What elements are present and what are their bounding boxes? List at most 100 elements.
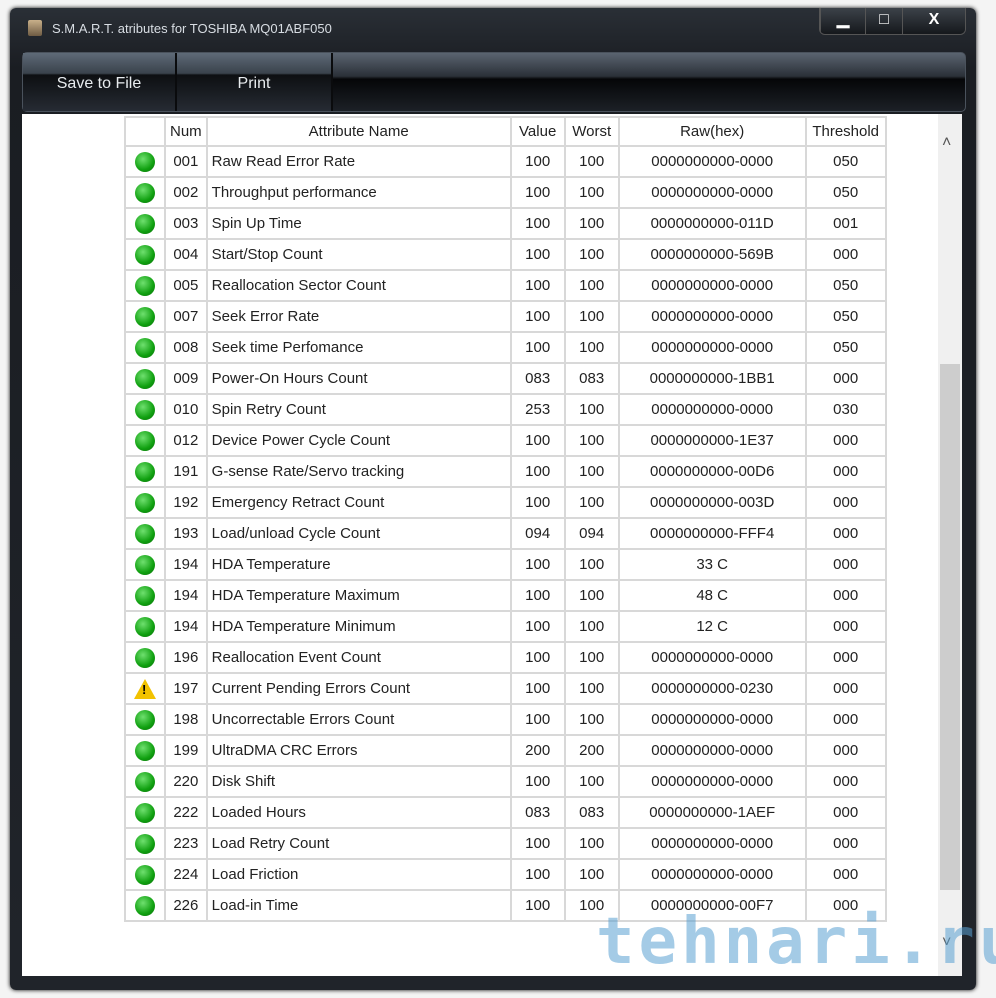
name-cell: HDA Temperature Maximum <box>205 579 512 612</box>
table-row[interactable]: 193 Load/unload Cycle Count 094 094 00000000… <box>124 517 887 550</box>
num-cell: 222 <box>164 796 208 829</box>
table-row[interactable]: 194 HDA Temperature 100 100 33 C 000 <box>124 548 887 581</box>
smart-window: S.M.A.R.T. atributes for TOSHIBA MQ01ABF… <box>10 8 976 990</box>
threshold-cell: 000 <box>804 579 887 612</box>
num-cell: 196 <box>164 641 208 674</box>
column-header[interactable] <box>124 116 166 147</box>
status-ok-icon <box>135 895 155 916</box>
maximize-button[interactable]: □ <box>865 8 902 34</box>
table-row[interactable]: 004 Start/Stop Count 100 100 0000000000-569B… <box>124 238 887 271</box>
num-cell: 007 <box>164 300 208 333</box>
table-row[interactable]: 003 Spin Up Time 100 100 0000000000-011D 001 <box>124 207 887 240</box>
threshold-cell: 000 <box>804 765 887 798</box>
table-row[interactable]: 198 Uncorrectable Errors Count 100 100 00000… <box>124 703 887 736</box>
table-row[interactable]: ! 197 Current Pending Errors Count 100 100 00… <box>124 672 887 705</box>
name-cell: Raw Read Error Rate <box>205 145 512 178</box>
raw-cell: 0000000000-011D <box>617 207 807 240</box>
name-cell: Load Retry Count <box>205 827 512 860</box>
worst-cell: 100 <box>563 827 620 860</box>
name-cell: HDA Temperature <box>205 548 512 581</box>
num-cell: 004 <box>164 238 208 271</box>
table-row[interactable]: 196 Reallocation Event Count 100 100 0000000… <box>124 641 887 674</box>
num-cell: 193 <box>164 517 208 550</box>
name-cell: Load-in Time <box>205 889 512 922</box>
name-cell: G-sense Rate/Servo tracking <box>205 455 512 488</box>
table-row[interactable]: 008 Seek time Perfomance 100 100 0000000000-… <box>124 331 887 364</box>
column-header[interactable]: Threshold <box>804 116 887 147</box>
table-row[interactable]: 223 Load Retry Count 100 100 0000000000-0000… <box>124 827 887 860</box>
table-row[interactable]: 220 Disk Shift 100 100 0000000000-0000 000 <box>124 765 887 798</box>
table-row[interactable]: 192 Emergency Retract Count 100 100 00000000… <box>124 486 887 519</box>
status-cell <box>124 548 166 581</box>
name-cell: Spin Retry Count <box>205 393 512 426</box>
worst-cell: 094 <box>563 517 620 550</box>
threshold-cell: 050 <box>804 300 887 333</box>
app-icon <box>28 20 42 36</box>
column-header[interactable]: Num <box>164 116 208 147</box>
status-ok-icon <box>135 182 155 203</box>
content-area: Num Attribute Name Value Worst Raw(hex) Thres… <box>22 114 962 976</box>
table-row[interactable]: 009 Power-On Hours Count 083 083 0000000000-… <box>124 362 887 395</box>
column-header[interactable]: Attribute Name <box>205 116 512 147</box>
threshold-cell: 050 <box>804 176 887 209</box>
table-row[interactable]: 001 Raw Read Error Rate 100 100 0000000000-0… <box>124 145 887 178</box>
num-cell: 220 <box>164 765 208 798</box>
minimize-button[interactable]: ▁ <box>820 8 865 34</box>
table-row[interactable]: 002 Throughput performance 100 100 000000000… <box>124 176 887 209</box>
status-cell <box>124 269 166 302</box>
threshold-cell: 000 <box>804 641 887 674</box>
column-header[interactable]: Raw(hex) <box>617 116 807 147</box>
save-to-file-button[interactable]: Save to File <box>23 53 177 111</box>
vertical-scrollbar[interactable]: ˄ ˅ <box>938 114 962 976</box>
value-cell: 100 <box>509 889 566 922</box>
column-header[interactable]: Value <box>509 116 566 147</box>
raw-cell: 0000000000-0000 <box>617 176 807 209</box>
toolbar: Save to File Print <box>22 52 966 112</box>
worst-cell: 100 <box>563 703 620 736</box>
table-row[interactable]: 222 Loaded Hours 083 083 0000000000-1AEF 000 <box>124 796 887 829</box>
status-cell <box>124 641 166 674</box>
num-cell: 194 <box>164 548 208 581</box>
raw-cell: 0000000000-569B <box>617 238 807 271</box>
raw-cell: 0000000000-0000 <box>617 858 807 891</box>
worst-cell: 100 <box>563 641 620 674</box>
table-row[interactable]: 005 Reallocation Sector Count 100 100 000000… <box>124 269 887 302</box>
status-ok-icon <box>135 616 155 637</box>
raw-cell: 48 C <box>617 579 807 612</box>
threshold-cell: 000 <box>804 517 887 550</box>
value-cell: 100 <box>509 238 566 271</box>
table-row[interactable]: 194 HDA Temperature Maximum 100 100 48 C 000 <box>124 579 887 612</box>
name-cell: Reallocation Sector Count <box>205 269 512 302</box>
table-row[interactable]: 007 Seek Error Rate 100 100 0000000000-0000 0… <box>124 300 887 333</box>
status-ok-icon <box>135 523 155 544</box>
num-cell: 003 <box>164 207 208 240</box>
raw-cell: 0000000000-00D6 <box>617 455 807 488</box>
raw-cell: 0000000000-0000 <box>617 827 807 860</box>
table-row[interactable]: 012 Device Power Cycle Count 100 100 0000000… <box>124 424 887 457</box>
table-row[interactable]: 194 HDA Temperature Minimum 100 100 12 C 000 <box>124 610 887 643</box>
num-cell: 002 <box>164 176 208 209</box>
value-cell: 100 <box>509 331 566 364</box>
column-header[interactable]: Worst <box>563 116 620 147</box>
value-cell: 100 <box>509 207 566 240</box>
print-button[interactable]: Print <box>177 53 333 111</box>
raw-cell: 0000000000-0230 <box>617 672 807 705</box>
scroll-up-icon[interactable]: ˄ <box>942 134 951 152</box>
table-row[interactable]: 191 G-sense Rate/Servo tracking 100 100 0000… <box>124 455 887 488</box>
table-row[interactable]: 010 Spin Retry Count 253 100 0000000000-0000… <box>124 393 887 426</box>
num-cell: 010 <box>164 393 208 426</box>
raw-cell: 0000000000-1E37 <box>617 424 807 457</box>
status-cell <box>124 176 166 209</box>
value-cell: 100 <box>509 455 566 488</box>
worst-cell: 100 <box>563 672 620 705</box>
value-cell: 100 <box>509 672 566 705</box>
scrollbar-thumb[interactable] <box>940 364 960 890</box>
table-row[interactable]: 224 Load Friction 100 100 0000000000-0000 000 <box>124 858 887 891</box>
threshold-cell: 000 <box>804 455 887 488</box>
num-cell: 199 <box>164 734 208 767</box>
status-ok-icon <box>135 399 155 420</box>
close-button[interactable]: X <box>902 8 965 34</box>
name-cell: HDA Temperature Minimum <box>205 610 512 643</box>
caption-buttons: ▁ □ X <box>819 8 966 35</box>
table-row[interactable]: 199 UltraDMA CRC Errors 200 200 0000000000-0… <box>124 734 887 767</box>
